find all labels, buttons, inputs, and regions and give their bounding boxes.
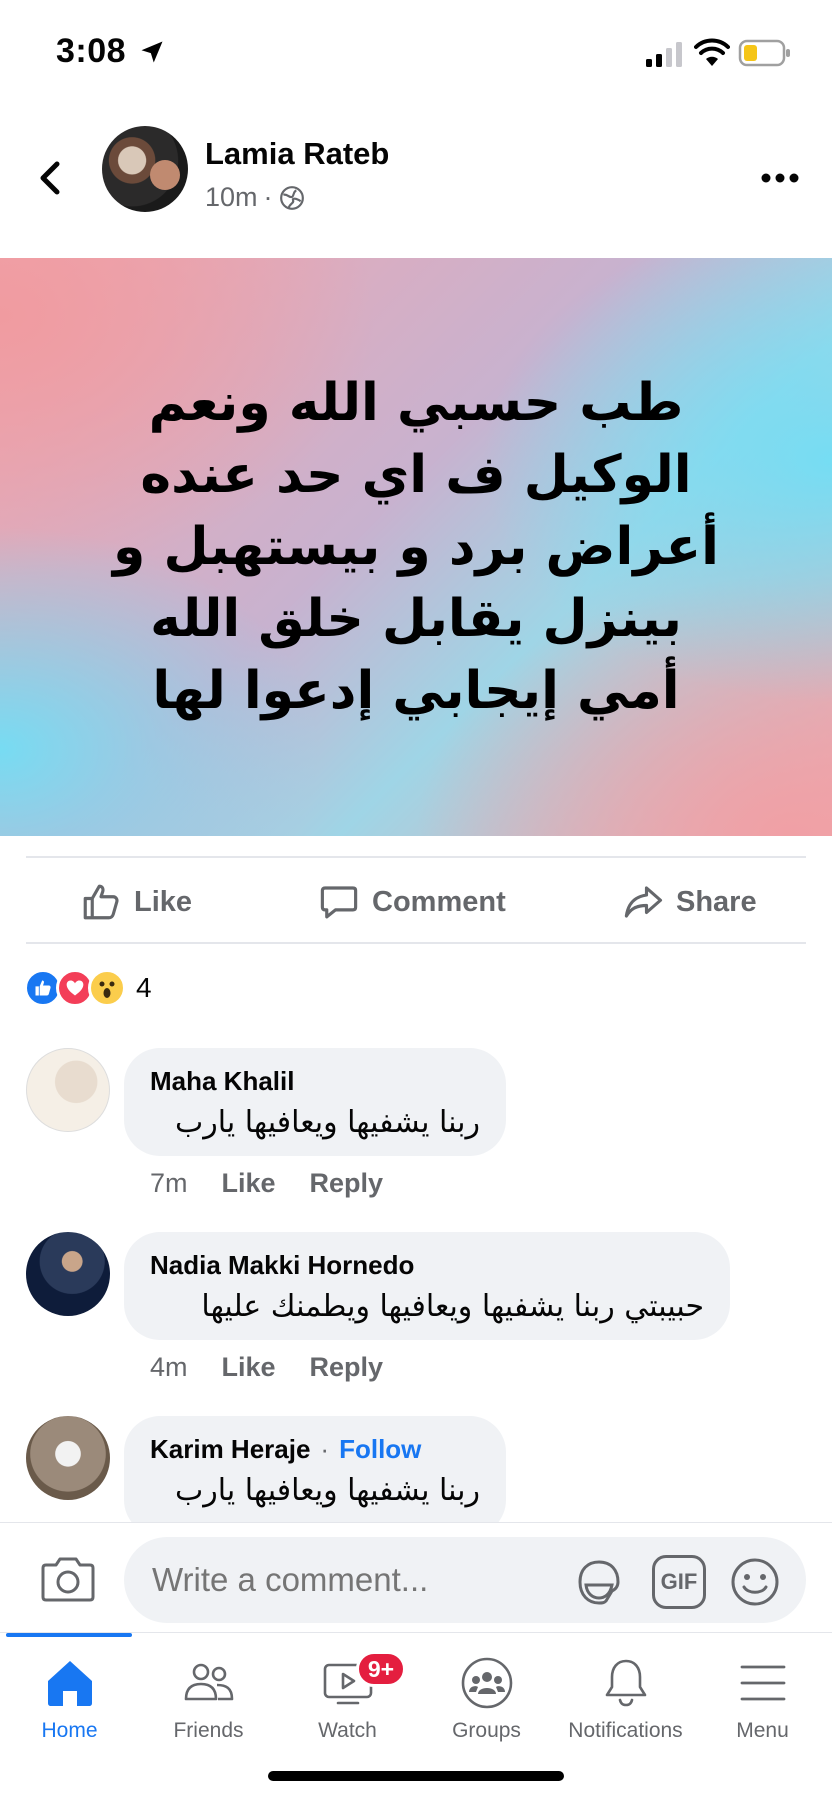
- gif-button[interactable]: GIF: [652, 1555, 706, 1609]
- status-bar: 3:08: [0, 0, 832, 100]
- author-avatar[interactable]: [102, 126, 188, 212]
- tab-friends[interactable]: Friends: [139, 1655, 278, 1765]
- follow-button[interactable]: Follow: [339, 1434, 421, 1465]
- more-options-button[interactable]: [755, 158, 805, 198]
- like-button[interactable]: Like: [80, 862, 192, 942]
- commenter-avatar[interactable]: [26, 1416, 110, 1500]
- commenter-name-row: Karim Heraje · Follow: [150, 1434, 480, 1465]
- post-text-line: أعراض برد و بيستهبل و: [113, 517, 719, 577]
- menu-icon: [740, 1665, 785, 1701]
- home-icon: [47, 1661, 92, 1706]
- name-separator: ·: [320, 1434, 330, 1464]
- comment-like-button[interactable]: Like: [222, 1352, 276, 1383]
- tab-label: Watch: [318, 1719, 377, 1742]
- emoji-icon[interactable]: [728, 1555, 782, 1609]
- post-meta: 10m ·: [205, 182, 305, 213]
- gif-label: GIF: [660, 1569, 698, 1594]
- comment-time: 4m: [150, 1352, 188, 1382]
- comment-actions: 7m Like Reply: [150, 1168, 383, 1199]
- divider: [26, 856, 806, 858]
- commenter-avatar[interactable]: [26, 1232, 110, 1316]
- comment-text: حبيبتي ربنا يشفيها ويعافيها ويطمنك عليها: [201, 1289, 704, 1324]
- post-text-line: طب حسبي الله ونعم: [148, 373, 684, 433]
- comment-label: Comment: [372, 885, 506, 918]
- share-button[interactable]: Share: [622, 862, 757, 942]
- tab-notifications[interactable]: Notifications: [556, 1655, 695, 1765]
- wow-reaction-icon: [88, 969, 126, 1007]
- post-action-bar: Like Comment Share: [0, 862, 832, 942]
- chevron-left-icon: [40, 161, 60, 195]
- battery-icon: [738, 39, 790, 67]
- commenter-name[interactable]: Nadia Makki Hornedo: [150, 1250, 704, 1281]
- post-text-line: أمي إيجابي إدعوا لها: [152, 661, 680, 721]
- post-time[interactable]: 10m: [205, 182, 258, 213]
- camera-icon[interactable]: [40, 1553, 96, 1603]
- reaction-count: 4: [136, 972, 152, 1003]
- comment-bubble[interactable]: Maha Khalil ربنا يشفيها ويعافيها يارب: [124, 1048, 506, 1156]
- tab-label: Groups: [452, 1719, 521, 1742]
- thumbs-up-icon: [83, 884, 119, 920]
- comment-item: Karim Heraje · Follow ربنا يشفيها ويعافي…: [0, 1416, 832, 1522]
- location-arrow-icon: [141, 41, 163, 63]
- friends-icon: [184, 1663, 233, 1701]
- comment-bubble[interactable]: Nadia Makki Hornedo حبيبتي ربنا يشفيها و…: [124, 1232, 730, 1340]
- comment-bubble[interactable]: Karim Heraje · Follow ربنا يشفيها ويعافي…: [124, 1416, 506, 1522]
- reactions-summary[interactable]: 4: [24, 968, 152, 1008]
- notification-badge: 9+: [356, 1651, 406, 1687]
- comment-text: ربنا يشفيها ويعافيها يارب: [175, 1473, 480, 1508]
- comment-button[interactable]: Comment: [318, 862, 506, 942]
- tab-label: Notifications: [568, 1719, 683, 1742]
- tab-label: Home: [41, 1719, 98, 1742]
- comment-like-button[interactable]: Like: [222, 1168, 276, 1199]
- home-indicator[interactable]: [268, 1771, 564, 1781]
- meta-separator: ·: [263, 182, 273, 212]
- tab-groups[interactable]: Groups: [417, 1655, 556, 1765]
- author-name[interactable]: Lamia Rateb: [205, 136, 389, 172]
- commenter-name[interactable]: Karim Heraje: [150, 1434, 310, 1465]
- active-tab-indicator: [6, 1633, 132, 1637]
- ellipsis-icon: [761, 173, 799, 183]
- comment-text: ربنا يشفيها ويعافيها يارب: [175, 1105, 480, 1140]
- tab-label: Menu: [736, 1719, 789, 1742]
- wifi-icon: [694, 38, 730, 66]
- cellular-signal-icon: [646, 42, 682, 67]
- status-time: 3:08: [56, 32, 127, 70]
- tab-watch[interactable]: 9+ Watch: [278, 1651, 417, 1765]
- comment-time: 7m: [150, 1168, 188, 1198]
- commenter-avatar[interactable]: [26, 1048, 110, 1132]
- divider: [26, 942, 806, 944]
- globe-icon: [279, 185, 304, 210]
- tab-menu[interactable]: Menu: [693, 1655, 832, 1765]
- comment-reply-button[interactable]: Reply: [310, 1168, 384, 1199]
- tab-label: Friends: [173, 1719, 244, 1742]
- share-arrow-icon: [624, 886, 663, 918]
- post-text: طب حسبي الله ونعم الوكيل ف اي حد عنده أع…: [66, 367, 766, 727]
- tab-home[interactable]: Home: [0, 1655, 139, 1765]
- groups-icon: [461, 1657, 512, 1709]
- back-button[interactable]: [28, 148, 72, 208]
- bell-icon: [605, 1659, 646, 1707]
- post-content-card[interactable]: طب حسبي الله ونعم الوكيل ف اي حد عنده أع…: [0, 258, 832, 836]
- comment-composer: GIF: [0, 1522, 832, 1632]
- comment-reply-button[interactable]: Reply: [310, 1352, 384, 1383]
- comment-actions: 4m Like Reply: [150, 1352, 383, 1383]
- like-label: Like: [134, 885, 193, 918]
- comment-icon: [320, 886, 358, 919]
- post-text-line: بينزل يقابل خلق الله: [150, 589, 682, 649]
- share-label: Share: [676, 885, 757, 918]
- sticker-icon[interactable]: [572, 1555, 626, 1609]
- commenter-name[interactable]: Maha Khalil: [150, 1066, 480, 1097]
- post-header: Lamia Rateb 10m ·: [0, 110, 832, 260]
- post-text-line: الوكيل ف اي حد عنده: [140, 445, 692, 505]
